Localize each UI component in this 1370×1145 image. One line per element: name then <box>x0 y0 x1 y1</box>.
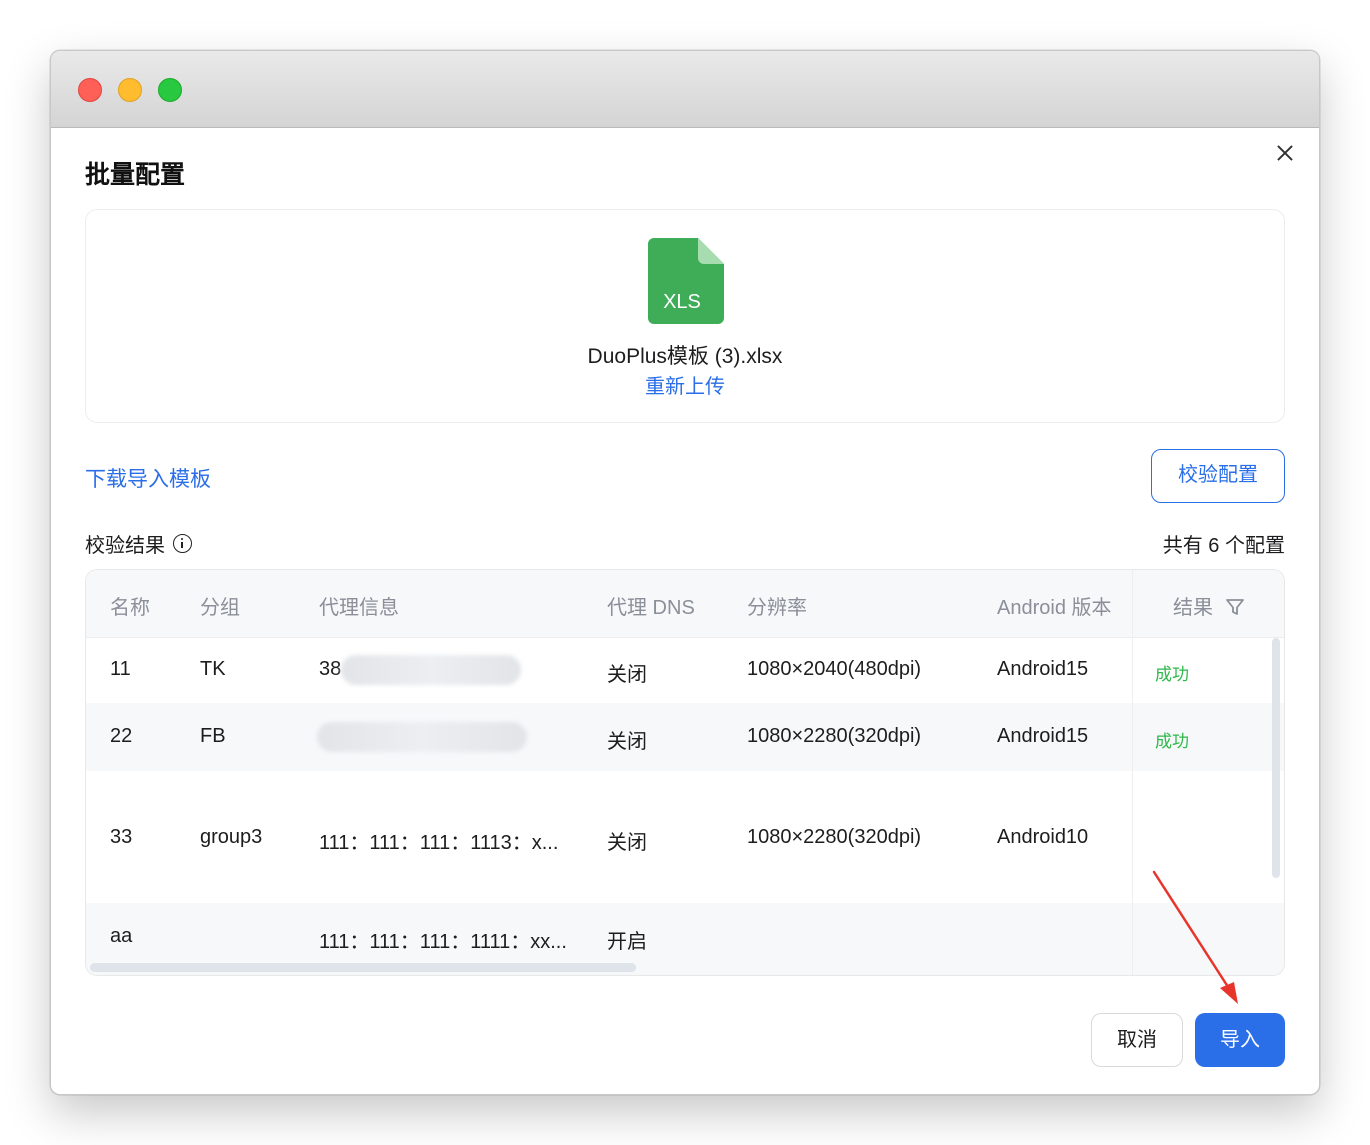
cell-resolution: 1080×2280(320dpi) <box>747 725 922 747</box>
cell-resolution: 1080×2040(480dpi) <box>747 658 922 680</box>
header-proxy: 代理信息 <box>319 597 399 619</box>
header-android: Android 版本 <box>997 597 1112 619</box>
header-group: 分组 <box>200 597 240 619</box>
table-row[interactable]: 22 FB 关闭 1080×2280(320dpi) Android15 成功 <box>86 703 1284 771</box>
cell-result: 成功 <box>1155 732 1189 751</box>
cell-android: Android10 <box>997 826 1089 848</box>
table-header: 名称 分组 代理信息 代理 DNS 分辨率 Android 版本 结果 <box>86 570 1284 638</box>
app-window: 批量配置 XLS DuoPlus模板 (3).xlsx 重新上传 下载导入模板 … <box>50 50 1320 1095</box>
table-row[interactable]: 33 group3 111：111：111：1113：x... 关闭 1080×… <box>86 771 1284 903</box>
header-resolution: 分辨率 <box>747 597 807 619</box>
download-template-link[interactable]: 下载导入模板 <box>85 463 211 493</box>
vertical-scrollbar[interactable] <box>1272 638 1280 878</box>
verify-config-button[interactable]: 校验配置 <box>1151 449 1285 503</box>
cell-name: 22 <box>110 725 133 747</box>
redacted-proxy <box>341 655 521 685</box>
cell-name: 11 <box>110 658 131 680</box>
close-icon[interactable] <box>1273 141 1297 165</box>
cell-group: group3 <box>200 826 263 848</box>
cell-name: aa <box>110 925 133 947</box>
header-dns: 代理 DNS <box>607 597 695 619</box>
xls-file-icon: XLS <box>648 238 724 324</box>
config-count: 共有 6 个配置 <box>1162 535 1285 557</box>
cancel-button[interactable]: 取消 <box>1091 1013 1183 1067</box>
horizontal-scrollbar-track <box>86 960 1284 974</box>
table-row[interactable]: 11 TK 38 关闭 1080×2040(480dpi) Android15 … <box>86 637 1284 703</box>
title-bar <box>51 51 1319 128</box>
result-label: 校验结果 <box>85 529 192 558</box>
cell-name: 33 <box>110 826 133 848</box>
cell-dns: 关闭 <box>607 832 647 854</box>
window-minimize-button[interactable] <box>118 78 142 102</box>
horizontal-scrollbar[interactable] <box>90 963 636 972</box>
cell-proxy: 111：111：111：1113：x... <box>319 832 559 854</box>
result-column-divider <box>1132 570 1133 975</box>
upload-area[interactable]: XLS DuoPlus模板 (3).xlsx 重新上传 <box>85 209 1285 423</box>
info-icon[interactable] <box>173 534 192 553</box>
import-button[interactable]: 导入 <box>1195 1013 1285 1067</box>
file-badge: XLS <box>663 291 701 313</box>
cell-dns: 关闭 <box>607 664 647 686</box>
reupload-link[interactable]: 重新上传 <box>86 370 1284 399</box>
redacted-proxy <box>317 722 527 752</box>
header-name: 名称 <box>110 597 150 619</box>
file-name: DuoPlus模板 (3).xlsx <box>587 345 783 368</box>
cell-group: TK <box>200 658 226 680</box>
header-result[interactable]: 结果 <box>1173 591 1245 620</box>
cell-proxy: 38 <box>319 658 342 680</box>
cell-android: Android15 <box>997 658 1089 680</box>
result-table: 名称 分组 代理信息 代理 DNS 分辨率 Android 版本 结果 11 T… <box>85 569 1285 976</box>
window-close-button[interactable] <box>78 78 102 102</box>
cell-group: FB <box>200 725 226 747</box>
dialog-title: 批量配置 <box>85 161 186 189</box>
window-zoom-button[interactable] <box>158 78 182 102</box>
cell-android: Android15 <box>997 725 1089 747</box>
cell-result: 成功 <box>1155 665 1189 684</box>
filter-icon[interactable] <box>1225 597 1245 617</box>
cell-dns: 开启 <box>607 931 647 953</box>
result-label-text: 校验结果 <box>85 535 165 557</box>
cell-proxy: 111：111：111：1111：xx... <box>319 931 567 953</box>
cell-resolution: 1080×2280(320dpi) <box>747 826 922 848</box>
cell-dns: 关闭 <box>607 731 647 753</box>
header-result-label: 结果 <box>1173 597 1213 619</box>
